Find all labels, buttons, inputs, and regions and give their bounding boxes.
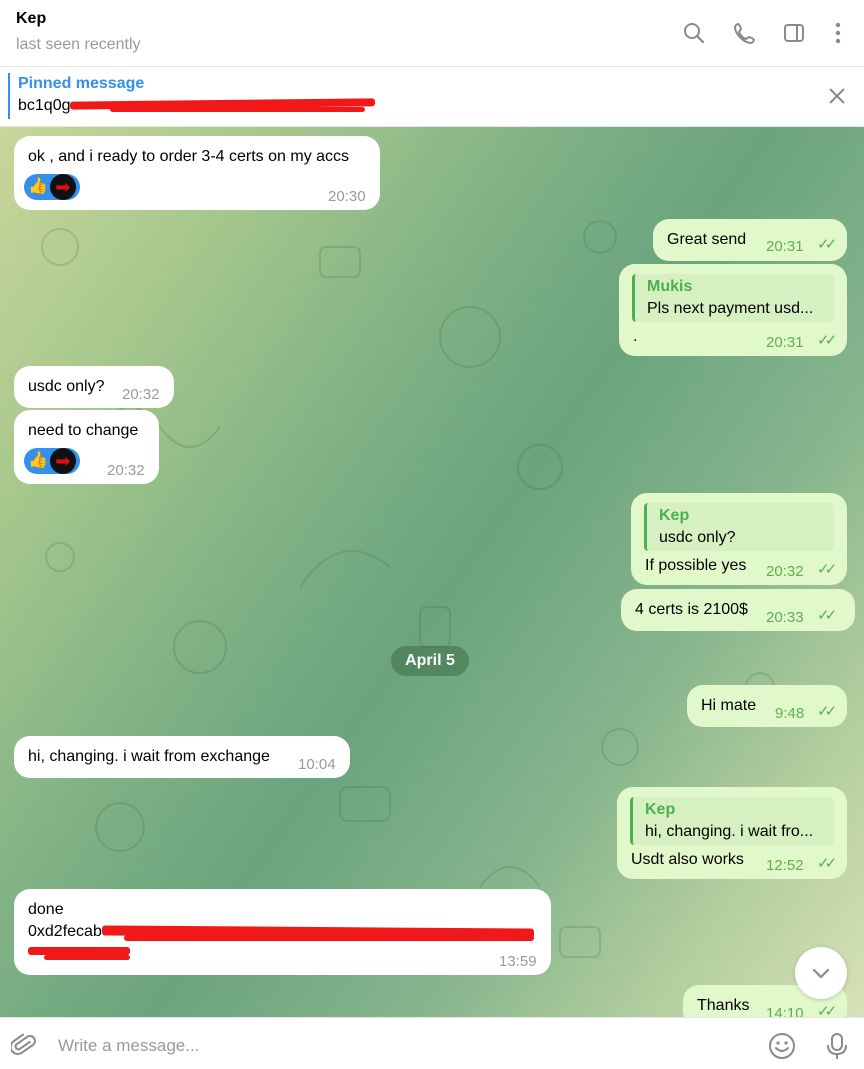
pinned-accent-bar [8, 73, 10, 119]
message-text: ok , and i ready to order 3-4 certs on m… [28, 148, 350, 165]
message-text-line: done [28, 901, 64, 918]
message-input[interactable]: Write a message... [58, 1036, 199, 1056]
pinned-text: bc1q0g [18, 97, 71, 114]
message-composer: Write a message... [0, 1017, 864, 1069]
message-outgoing[interactable]: Kep hi, changing. i wait fro... Usdt als… [617, 787, 847, 879]
message-text-line: 0xd2fecab [28, 923, 102, 940]
more-icon[interactable] [825, 20, 851, 46]
redaction-mark [28, 947, 130, 955]
message-text: Thanks [697, 997, 750, 1014]
scroll-down-button[interactable] [795, 947, 847, 999]
reply-text: usdc only? [659, 529, 736, 546]
reply-text: hi, changing. i wait fro... [645, 823, 814, 840]
message-time: 12:52 [766, 857, 804, 874]
chevron-down-icon [812, 968, 830, 979]
contact-status: last seen recently [16, 36, 141, 53]
double-check-icon: ✓✓ [817, 1003, 837, 1017]
double-check-icon: ✓✓ [817, 561, 837, 578]
message-text: Great send [667, 231, 747, 248]
red-arrow-icon: ➡ [49, 174, 76, 200]
attach-icon[interactable] [10, 1032, 38, 1060]
search-icon[interactable] [681, 20, 707, 46]
message-incoming[interactable]: ok , and i ready to order 3-4 certs on m… [14, 136, 380, 210]
reply-text: Pls next payment usd... [647, 300, 814, 317]
double-check-icon: ✓✓ [817, 607, 837, 624]
message-outgoing[interactable]: 4 certs is 2100$ 20:33 ✓✓ [621, 589, 855, 631]
double-check-icon: ✓✓ [817, 236, 837, 253]
reply-preview[interactable]: Mukis Pls next payment usd... [632, 274, 834, 322]
red-arrow-icon: ➡ [49, 448, 76, 474]
pinned-message-bar[interactable]: Pinned message bc1q0g [0, 67, 864, 127]
message-text: Usdt also works [631, 851, 744, 868]
message-time: 20:31 [766, 238, 804, 255]
microphone-icon[interactable] [823, 1032, 851, 1060]
close-icon[interactable] [826, 85, 848, 107]
message-outgoing[interactable]: Mukis Pls next payment usd... . 20:31 ✓✓ [619, 264, 847, 356]
message-time: 9:48 [775, 705, 805, 722]
message-time: 20:32 [122, 386, 160, 403]
double-check-icon: ✓✓ [817, 703, 837, 720]
reaction-badge[interactable]: 👍 ➡ [24, 448, 80, 474]
reaction-badge[interactable]: 👍 ➡ [24, 174, 80, 200]
message-time: 13:59 [499, 953, 537, 970]
date-separator: April 5 [391, 646, 469, 676]
message-text: hi, changing. i wait from exchange [28, 748, 270, 765]
reply-author: Mukis [647, 278, 693, 295]
reply-preview[interactable]: Kep usdc only? [644, 503, 834, 551]
redaction-mark [110, 107, 365, 112]
double-check-icon: ✓✓ [817, 332, 837, 349]
message-incoming[interactable]: need to change 👍 ➡ 20:32 [14, 410, 159, 484]
message-outgoing[interactable]: Great send 20:31 ✓✓ [653, 219, 847, 261]
message-time: 20:32 [766, 563, 804, 580]
message-incoming[interactable]: usdc only? 20:32 [14, 366, 174, 408]
thumbs-up-icon: 👍 [28, 452, 48, 469]
message-time: 20:31 [766, 334, 804, 351]
message-time: 14:10 [766, 1005, 804, 1017]
message-incoming[interactable]: done 0xd2fecab 13:59 [14, 889, 551, 975]
message-time: 20:32 [107, 462, 145, 479]
thumbs-up-icon: 👍 [28, 178, 48, 195]
emoji-icon[interactable] [768, 1032, 796, 1060]
message-text: need to change [28, 422, 139, 439]
message-text: Hi mate [701, 697, 757, 714]
message-time: 20:33 [766, 609, 804, 626]
message-text: usdc only? [28, 378, 105, 395]
message-outgoing[interactable]: Kep usdc only? If possible yes 20:32 ✓✓ [631, 493, 847, 585]
message-incoming[interactable]: hi, changing. i wait from exchange 10:04 [14, 736, 350, 778]
message-time: 10:04 [298, 756, 336, 773]
message-text: 4 certs is 2100$ [635, 601, 748, 618]
message-text: If possible yes [645, 557, 747, 574]
reply-author: Kep [659, 507, 690, 524]
sidebar-icon[interactable] [781, 20, 807, 46]
reply-author: Kep [645, 801, 676, 818]
message-outgoing[interactable]: Hi mate 9:48 ✓✓ [687, 685, 847, 727]
chat-area: ok , and i ready to order 3-4 certs on m… [0, 127, 864, 1017]
phone-icon[interactable] [732, 20, 758, 46]
message-time: 20:30 [328, 188, 366, 205]
double-check-icon: ✓✓ [817, 855, 837, 872]
reply-preview[interactable]: Kep hi, changing. i wait fro... [630, 797, 834, 845]
chat-header: Kep last seen recently [0, 0, 864, 67]
redaction-mark [124, 935, 534, 941]
redaction-mark [44, 955, 130, 960]
pinned-title: Pinned message [18, 75, 145, 92]
message-text: . [633, 328, 638, 345]
contact-name[interactable]: Kep [16, 10, 46, 28]
